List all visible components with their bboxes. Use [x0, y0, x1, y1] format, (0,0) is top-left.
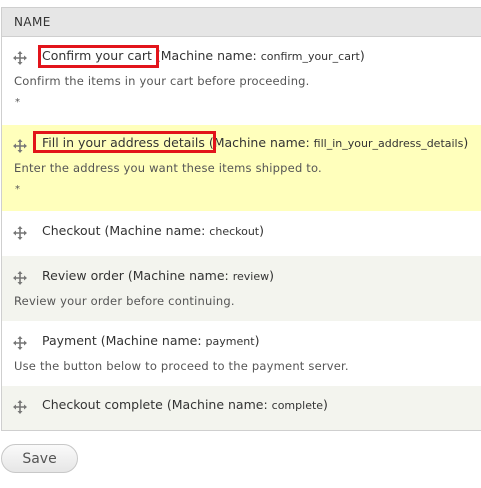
drag-handle-icon[interactable]	[13, 270, 27, 285]
machine-name-value: payment	[205, 335, 255, 348]
row-title-line: Review order (Machine name: review)	[42, 268, 274, 283]
row-description: Review your order before continuing.	[14, 294, 235, 308]
machine-name-label: Machine name:	[132, 268, 229, 283]
machine-name-value: checkout	[209, 225, 260, 238]
machine-name-label: Machine name:	[160, 48, 257, 63]
table-row-review-order: Review order (Machine name: review) Revi…	[2, 256, 481, 321]
drag-handle-icon[interactable]	[13, 399, 27, 414]
column-header-name: NAME	[14, 15, 51, 29]
row-title: Checkout complete	[42, 397, 163, 412]
row-title: Review order	[42, 268, 124, 283]
table-row-payment: Payment (Machine name: payment) Use the …	[2, 321, 481, 386]
machine-name-label: Machine name:	[213, 135, 310, 150]
machine-name-label: Machine name:	[171, 397, 268, 412]
machine-name-label: Machine name:	[109, 223, 206, 238]
table-row-checkout-complete: Checkout complete (Machine name: complet…	[2, 386, 481, 430]
drag-handle-icon[interactable]	[13, 50, 27, 65]
highlight-box	[33, 131, 216, 153]
machine-name-value: complete	[271, 399, 324, 412]
table-row-confirm-cart: Confirm your cart (Machine name: confirm…	[2, 37, 481, 125]
required-marker: *	[15, 97, 20, 108]
row-title: Payment	[42, 333, 97, 348]
row-description: Confirm the items in your cart before pr…	[14, 74, 310, 88]
machine-name-value: review	[232, 270, 270, 283]
drag-handle-icon[interactable]	[13, 138, 27, 153]
required-marker: *	[15, 184, 20, 195]
machine-name-label: Machine name:	[105, 333, 202, 348]
highlight-box	[38, 45, 159, 68]
row-title: Checkout	[42, 223, 101, 238]
drag-handle-icon[interactable]	[13, 335, 27, 350]
checkout-panes-table: NAME Confirm your cart (Machine name: co…	[1, 7, 481, 431]
row-description: Use the button below to proceed to the p…	[14, 359, 349, 373]
machine-name-value: confirm_your_cart	[260, 50, 360, 63]
table-row-checkout: Checkout (Machine name: checkout)	[2, 211, 481, 256]
table-header: NAME	[2, 8, 481, 37]
row-title-line: Checkout complete (Machine name: complet…	[42, 397, 328, 412]
row-description: Enter the address you want these items s…	[14, 161, 322, 175]
save-button[interactable]: Save	[1, 444, 78, 473]
row-title-line: Payment (Machine name: payment)	[42, 333, 260, 348]
drag-handle-icon[interactable]	[13, 225, 27, 240]
machine-name-value: fill_in_your_address_details	[313, 137, 464, 150]
table-row-address-details: Fill in your address details (Machine na…	[2, 125, 481, 211]
row-title-line: Checkout (Machine name: checkout)	[42, 223, 265, 238]
